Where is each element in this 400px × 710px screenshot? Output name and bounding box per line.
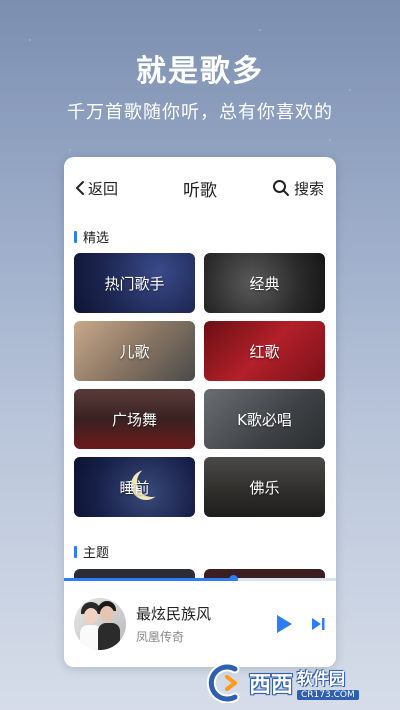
section-title: 主题: [83, 546, 110, 561]
hero-title: 就是歌多: [136, 54, 264, 89]
category-tile-bedtime[interactable]: 睡前: [74, 457, 195, 517]
play-icon: [277, 615, 292, 633]
back-label: 返回: [88, 179, 119, 198]
category-tile-square-dance[interactable]: 广场舞: [74, 389, 195, 449]
category-tile-kids[interactable]: 儿歌: [74, 321, 195, 381]
watermark: 西西 软件园 CR173.COM: [205, 660, 395, 705]
section-title: 精选: [83, 231, 110, 246]
category-tile-hot-singers[interactable]: 热门歌手: [74, 253, 195, 313]
search-button[interactable]: 搜索: [272, 178, 324, 199]
search-icon: [272, 180, 289, 196]
category-tile-buddhist[interactable]: 佛乐: [204, 457, 325, 517]
section-header-themes: 主题: [74, 542, 109, 561]
watermark-domain: CR173.COM: [297, 690, 359, 700]
category-label: K歌必唱: [237, 410, 292, 429]
back-button[interactable]: 返回: [74, 178, 118, 199]
watermark-logo-icon: [206, 662, 240, 703]
category-label: 热门歌手: [104, 274, 165, 293]
mini-player[interactable]: 最炫民族风 凤凰传奇: [64, 581, 336, 667]
phone-screen: 返回 听歌 搜索 精选 热门歌手 经典 儿歌 红歌 广场舞 K歌必唱 睡前 佛乐…: [64, 157, 336, 667]
song-title: 最炫民族风: [136, 605, 212, 623]
section-accent-bar: [74, 545, 77, 558]
section-header-featured: 精选: [74, 227, 109, 246]
category-label: 红歌: [249, 342, 280, 361]
player-controls: [274, 613, 326, 635]
watermark-right: 软件园 CR173.COM: [297, 665, 359, 700]
category-label: 睡前: [119, 478, 150, 497]
category-tile-karaoke[interactable]: K歌必唱: [204, 389, 325, 449]
chevron-left-icon: [76, 181, 84, 195]
category-label: 佛乐: [249, 478, 280, 497]
album-art: [74, 598, 126, 650]
song-artist: 凤凰传奇: [136, 630, 185, 644]
category-label: 儿歌: [119, 342, 150, 361]
play-button[interactable]: [274, 613, 294, 635]
section-accent-bar: [74, 230, 77, 243]
watermark-brand: 西西: [249, 672, 294, 698]
category-tile-red-songs[interactable]: 红歌: [204, 321, 325, 381]
search-label: 搜索: [293, 179, 324, 198]
category-label: 经典: [249, 274, 280, 293]
song-info: 最炫民族风 凤凰传奇: [136, 603, 274, 645]
category-label: 广场舞: [111, 410, 157, 429]
watermark-name: 软件园: [297, 669, 346, 688]
hero-subtitle: 千万首歌随你听，总有你喜欢的: [67, 102, 333, 123]
next-button[interactable]: [310, 616, 326, 632]
category-tile-classics[interactable]: 经典: [204, 253, 325, 313]
category-grid: 热门歌手 经典 儿歌 红歌 广场舞 K歌必唱 睡前 佛乐: [74, 253, 325, 517]
skip-next-icon: [312, 618, 325, 630]
top-bar: 返回 听歌 搜索: [64, 157, 336, 219]
